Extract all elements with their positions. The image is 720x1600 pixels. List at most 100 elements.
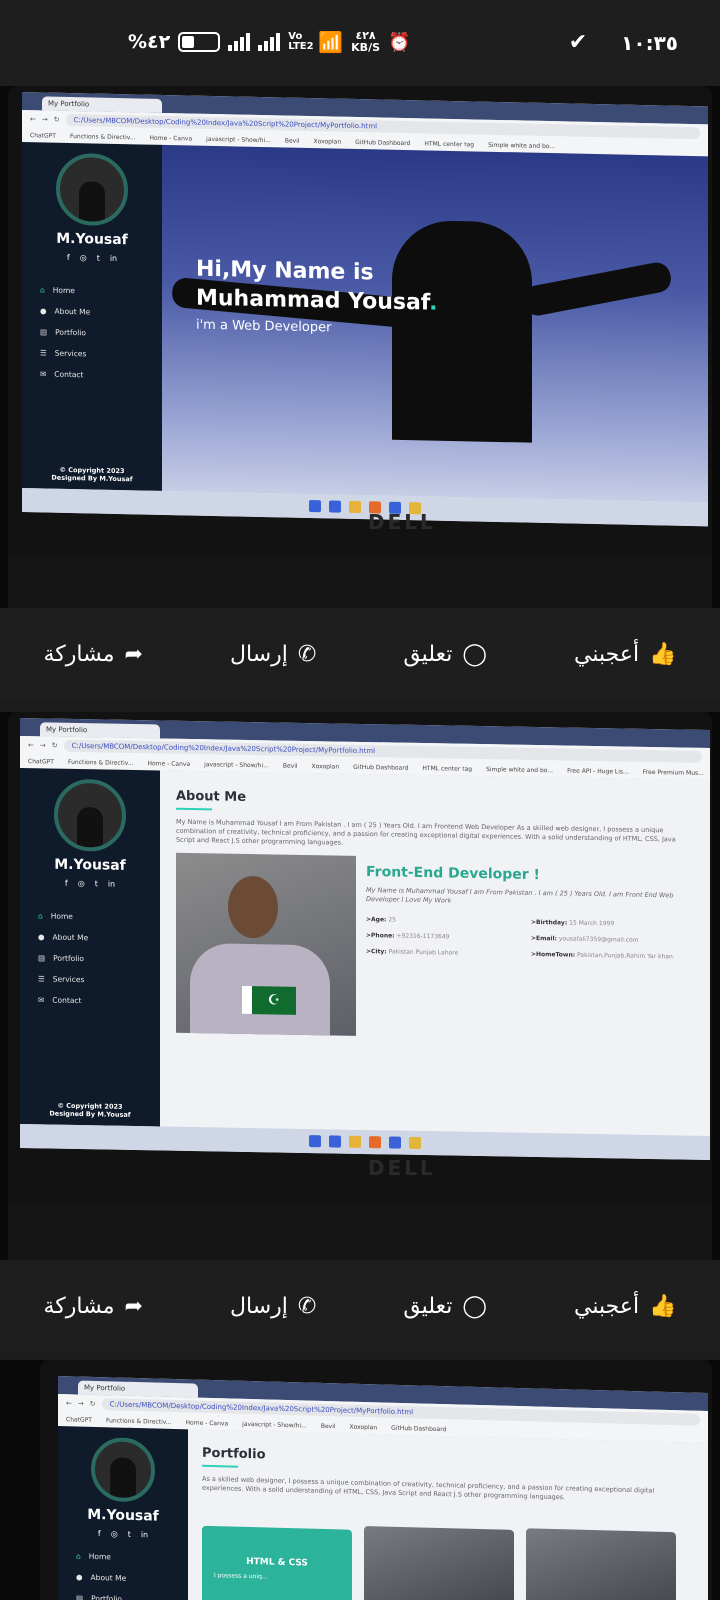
- share-icon: ➦: [124, 641, 143, 667]
- back-icon[interactable]: ←: [30, 115, 36, 123]
- nav-contact[interactable]: ✉ Contact: [20, 989, 160, 1012]
- nav-about[interactable]: ● About Me: [20, 926, 160, 949]
- bookmark-item[interactable]: Bevil: [321, 1422, 336, 1429]
- reload-icon[interactable]: ↻: [54, 116, 60, 124]
- instagram-icon[interactable]: ◎: [111, 1529, 118, 1538]
- folder-icon[interactable]: [349, 1135, 361, 1148]
- back-icon[interactable]: ←: [28, 741, 34, 749]
- search-icon[interactable]: [329, 500, 341, 513]
- nav-contact[interactable]: ✉ Contact: [22, 363, 162, 387]
- home-icon: ⌂: [40, 285, 45, 295]
- instagram-icon[interactable]: ◎: [80, 253, 87, 262]
- detail-birthday: >Birthday: 15 March 1999: [531, 919, 615, 928]
- bookmark-item[interactable]: Free Premium Mus...: [643, 768, 704, 776]
- browser-tab[interactable]: My Portfolio: [42, 96, 162, 113]
- send-button[interactable]: إرسال ✆: [230, 642, 316, 667]
- start-icon[interactable]: [309, 500, 321, 513]
- laptop-keyboard: [8, 556, 712, 608]
- facebook-icon[interactable]: f: [67, 253, 70, 262]
- social-links: f ◎ t in: [58, 1528, 188, 1540]
- facebook-icon[interactable]: f: [98, 1529, 101, 1538]
- bookmark-item[interactable]: Functions & Directiv...: [106, 1417, 172, 1426]
- nav-label: Services: [52, 974, 85, 985]
- bookmark-item[interactable]: Simple white and bo...: [486, 766, 553, 774]
- like-button[interactable]: أعجبني 👍: [574, 1294, 676, 1319]
- bookmark-item[interactable]: javascript - Show/hi...: [204, 761, 269, 769]
- nav-portfolio[interactable]: ▤ Portfolio: [22, 321, 162, 345]
- reload-icon[interactable]: ↻: [52, 742, 58, 750]
- bookmark-item[interactable]: ChatGPT: [30, 132, 56, 140]
- bookmark-item[interactable]: HTML center tag: [422, 765, 472, 773]
- bookmark-item[interactable]: javascript - Show/hi...: [242, 1420, 307, 1429]
- briefcase-icon: ▤: [38, 953, 46, 963]
- comment-button[interactable]: تعليق ◯: [403, 1294, 487, 1319]
- forward-icon[interactable]: →: [78, 1400, 84, 1408]
- nav-services[interactable]: ☰ Services: [20, 968, 160, 991]
- bookmark-item[interactable]: ChatGPT: [28, 758, 54, 765]
- website: M.Yousaf f ◎ t in ⌂ Home ● About Me ▤ Portfoli…: [22, 142, 708, 503]
- bookmark-item[interactable]: Home - Canva: [186, 1419, 229, 1427]
- bookmark-item[interactable]: Home - Canva: [148, 760, 191, 768]
- share-button[interactable]: مشاركة ➦: [44, 642, 143, 667]
- bookmark-item[interactable]: Free API - Huge Lis...: [567, 767, 629, 775]
- portfolio-card-photo[interactable]: [364, 1526, 514, 1600]
- bookmark-item[interactable]: HTML center tag: [424, 140, 474, 148]
- browser-tab[interactable]: My Portfolio: [40, 722, 160, 739]
- nav-portfolio[interactable]: ▤ Portfolio: [58, 1587, 188, 1600]
- forward-icon[interactable]: →: [40, 741, 46, 749]
- like-button[interactable]: أعجبني 👍: [574, 642, 676, 667]
- twitter-icon[interactable]: t: [97, 254, 100, 263]
- bookmark-item[interactable]: Simple white and bo...: [488, 141, 555, 149]
- designer-credit: Designed By M.Yousaf: [51, 473, 133, 484]
- start-icon[interactable]: [309, 1135, 321, 1148]
- bookmark-item[interactable]: Xoxoplan: [312, 763, 340, 770]
- linkedin-icon[interactable]: in: [108, 880, 115, 889]
- share-button[interactable]: مشاركة ➦: [44, 1294, 143, 1319]
- bookmark-item[interactable]: GitHub Dashboard: [353, 763, 408, 771]
- bookmark-item[interactable]: Xoxoplan: [350, 1423, 378, 1431]
- bookmark-item[interactable]: Bevil: [283, 762, 298, 769]
- search-icon[interactable]: [329, 1135, 341, 1148]
- reload-icon[interactable]: ↻: [90, 1400, 96, 1408]
- bookmark-item[interactable]: Functions & Directiv...: [68, 758, 134, 766]
- bookmark-item[interactable]: Home - Canva: [150, 134, 193, 142]
- portfolio-card-photo[interactable]: [526, 1528, 676, 1600]
- folder-icon[interactable]: [349, 500, 361, 514]
- comment-button[interactable]: تعليق ◯: [403, 642, 487, 667]
- nav-portfolio[interactable]: ▤ Portfolio: [20, 947, 160, 970]
- nav-home[interactable]: ⌂ Home: [22, 279, 162, 303]
- bookmark-item[interactable]: ChatGPT: [66, 1416, 92, 1424]
- developer-title: Front-End Developer !: [366, 864, 540, 884]
- chrome-icon[interactable]: [409, 1136, 421, 1149]
- mail-icon: ✉: [38, 995, 45, 1005]
- bookmark-item[interactable]: GitHub Dashboard: [355, 138, 410, 146]
- bookmark-item[interactable]: Bevil: [285, 137, 300, 144]
- bookmark-item[interactable]: Functions & Directiv...: [70, 133, 136, 141]
- instagram-icon[interactable]: ◎: [78, 879, 85, 888]
- twitter-icon[interactable]: t: [128, 1530, 131, 1539]
- forward-icon[interactable]: →: [42, 115, 48, 123]
- laptop: My Portfolio ← → ↻ C:/Users/MBCOM/Desktop/C…: [8, 712, 712, 1260]
- nav-services[interactable]: ☰ Services: [22, 342, 162, 366]
- bookmark-item[interactable]: GitHub Dashboard: [391, 1424, 446, 1432]
- bookmark-item[interactable]: Xoxoplan: [314, 138, 342, 146]
- bookmark-item[interactable]: javascript - Show/hi...: [206, 135, 271, 143]
- twitter-icon[interactable]: t: [95, 879, 98, 888]
- firefox-icon[interactable]: [369, 1136, 381, 1149]
- nav-about[interactable]: ● About Me: [22, 300, 162, 324]
- share-label: مشاركة: [43, 641, 115, 667]
- nav-home[interactable]: ⌂ Home: [20, 905, 160, 928]
- photo-hero[interactable]: My Portfolio ← → ↻ C:/Users/MBCOM/Desktop/…: [0, 86, 720, 608]
- photo-about[interactable]: My Portfolio ← → ↻ C:/Users/MBCOM/Desktop/C…: [0, 712, 720, 1260]
- facebook-icon[interactable]: f: [65, 879, 68, 888]
- linkedin-icon[interactable]: in: [141, 1530, 148, 1539]
- portfolio-card-html[interactable]: HTML & CSS I possess a uniq...: [202, 1525, 352, 1600]
- detail-phone: >Phone: +92316-1173649: [366, 932, 450, 941]
- store-icon[interactable]: [389, 1136, 401, 1149]
- linkedin-icon[interactable]: in: [110, 254, 117, 263]
- send-button[interactable]: إرسال ✆: [230, 1294, 316, 1319]
- back-icon[interactable]: ←: [66, 1399, 72, 1407]
- thumbs-up-icon: 👍: [649, 1293, 677, 1319]
- hero-heading: Hi,My Name is Muhammad Yousaf.: [196, 256, 438, 318]
- photo-portfolio[interactable]: My Portfolio ← → ↻ C:/Users/MBCOM/Desktop/C…: [0, 1360, 720, 1600]
